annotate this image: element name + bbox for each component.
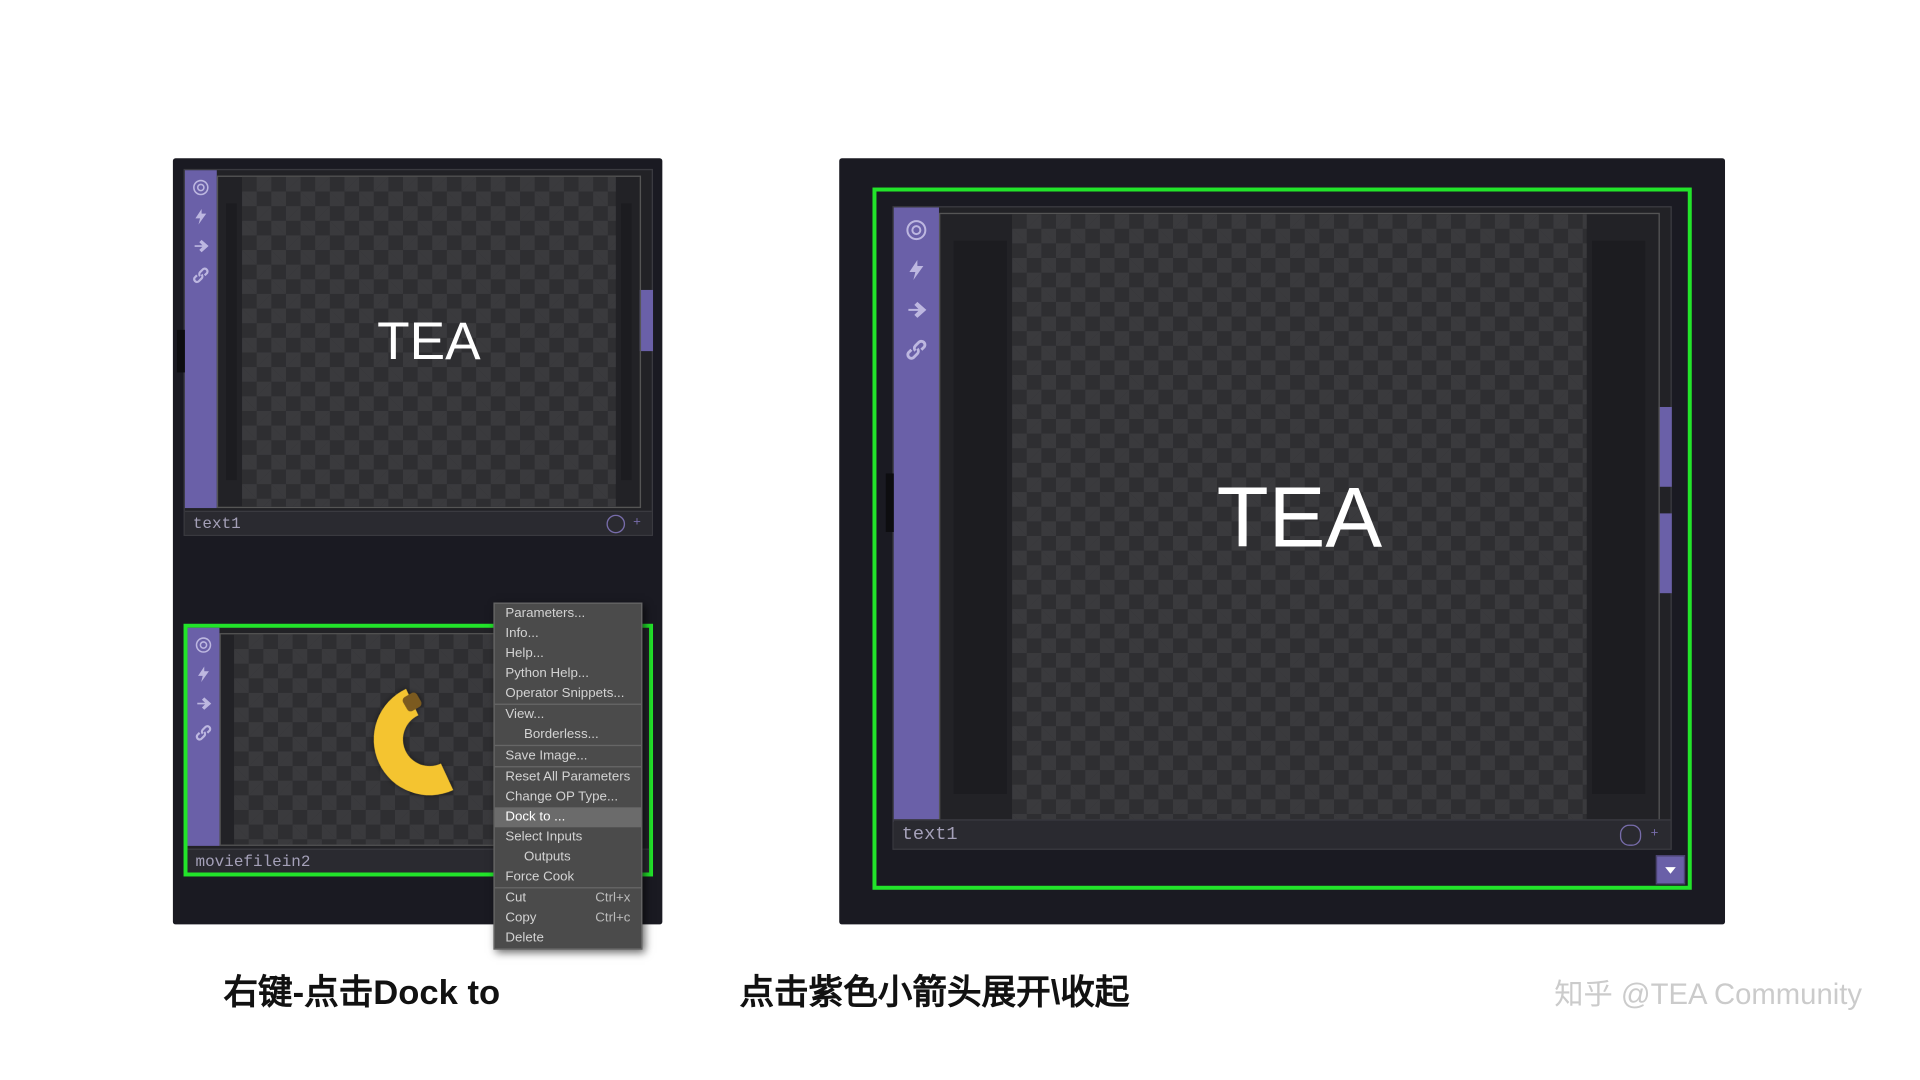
node-footer: text1 (894, 819, 1671, 848)
menu-item-label: Dock to ... (505, 809, 565, 826)
menu-item-label: Force Cook (505, 868, 574, 885)
menu-item-label: Cut (505, 890, 526, 907)
canvas-frame: TEA (217, 176, 641, 509)
menu-item-label: Outputs (524, 849, 571, 866)
menu-item-save-image[interactable]: Save Image... (495, 745, 641, 766)
menu-item-label: Reset All Parameters (505, 769, 630, 786)
canvas-checker: TEA (242, 177, 616, 507)
plus-icon[interactable] (628, 514, 647, 533)
canvas-right-bar (1592, 241, 1645, 794)
viewer-text1-right[interactable]: TEA text1 (892, 206, 1671, 850)
eye-icon[interactable] (899, 213, 934, 248)
link-icon[interactable] (192, 721, 216, 745)
expand-collapse-arrow-button[interactable] (1656, 855, 1685, 884)
arrow-right-icon[interactable] (192, 692, 216, 716)
menu-item-python-help[interactable]: Python Help... (495, 664, 641, 684)
canvas-frame: TEA (939, 213, 1660, 822)
arrow-right-icon[interactable] (189, 234, 213, 258)
menu-item-operator-snippets[interactable]: Operator Snippets... (495, 684, 641, 704)
menu-item-cut[interactable]: Cut Ctrl+x (495, 887, 641, 908)
menu-item-label: Borderless... (524, 726, 599, 743)
menu-item-label: Save Image... (505, 747, 587, 764)
bolt-icon[interactable] (899, 253, 934, 288)
record-icon[interactable] (1620, 824, 1641, 845)
left-panel-bg: TEA text1 (173, 158, 662, 924)
menu-item-label: Python Help... (505, 665, 589, 682)
node-name-label: text1 (193, 514, 241, 533)
output-handle[interactable] (1659, 407, 1672, 487)
menu-item-label: Select Inputs (505, 829, 582, 846)
link-icon[interactable] (189, 263, 213, 287)
menu-item-label: Change OP Type... (505, 789, 618, 806)
caption-left: 右键-点击Dock to (223, 966, 500, 1015)
connector-notch (886, 473, 894, 532)
menu-item-delete[interactable]: Delete (495, 928, 641, 948)
menu-item-label: Delete (505, 930, 543, 947)
footer-icons (606, 514, 651, 533)
canvas-checker: TEA (1012, 214, 1587, 820)
caption-right: 点击紫色小箭头展开\收起 (739, 966, 1129, 1015)
menu-item-label: Parameters... (505, 605, 585, 622)
menu-item-select-inputs[interactable]: Select Inputs (495, 827, 641, 847)
menu-item-view[interactable]: View... (495, 704, 641, 725)
viewer-toolbar (185, 170, 217, 508)
menu-item-outputs[interactable]: Outputs (495, 847, 641, 867)
menu-item-borderless[interactable]: Borderless... (495, 725, 641, 745)
menu-item-label: Operator Snippets... (505, 685, 624, 702)
menu-item-dock-to[interactable]: Dock to ... (495, 807, 641, 827)
canvas-text: TEA (377, 312, 480, 372)
canvas-text: TEA (1217, 468, 1383, 566)
footer-icons (1620, 824, 1671, 845)
output-handle[interactable] (640, 290, 653, 351)
menu-item-parameters[interactable]: Parameters... (495, 604, 641, 624)
arrow-right-icon[interactable] (899, 293, 934, 328)
viewer-toolbar (188, 628, 220, 846)
menu-item-label: Info... (505, 625, 538, 642)
node-name-label: text1 (902, 824, 958, 845)
viewer-text1-top[interactable]: TEA text1 (184, 169, 653, 536)
banana-image (349, 660, 509, 820)
bolt-icon[interactable] (189, 205, 213, 229)
bolt-icon[interactable] (192, 662, 216, 686)
record-icon[interactable] (606, 514, 625, 533)
menu-item-label: View... (505, 706, 544, 723)
canvas-left-bar (226, 203, 237, 480)
menu-item-shortcut: Ctrl+x (595, 890, 630, 907)
canvas-left-bar (954, 241, 1007, 794)
eye-icon[interactable] (189, 176, 213, 200)
watermark: 知乎 @TEA Community (1554, 971, 1862, 1014)
context-menu[interactable]: Parameters... Info... Help... Python Help..… (493, 602, 642, 949)
menu-item-label: Help... (505, 645, 543, 662)
menu-item-help[interactable]: Help... (495, 644, 641, 664)
menu-item-change-op-type[interactable]: Change OP Type... (495, 787, 641, 807)
link-icon[interactable] (899, 333, 934, 368)
connector-notch (177, 330, 185, 373)
viewer-toolbar (894, 207, 939, 821)
menu-item-reset-all-parameters[interactable]: Reset All Parameters (495, 766, 641, 787)
plus-icon[interactable] (1644, 824, 1665, 845)
output-handle-2[interactable] (1659, 513, 1672, 593)
menu-item-shortcut: Ctrl+c (595, 910, 630, 927)
eye-icon[interactable] (192, 633, 216, 657)
node-name-label: moviefilein2 (196, 852, 311, 871)
node-footer: text1 (185, 511, 652, 535)
menu-item-copy[interactable]: Copy Ctrl+c (495, 908, 641, 928)
menu-item-info[interactable]: Info... (495, 624, 641, 644)
right-panel-bg: TEA text1 (839, 158, 1725, 924)
menu-item-force-cook[interactable]: Force Cook (495, 867, 641, 887)
canvas-right-bar (621, 203, 632, 480)
menu-item-label: Copy (505, 910, 536, 927)
